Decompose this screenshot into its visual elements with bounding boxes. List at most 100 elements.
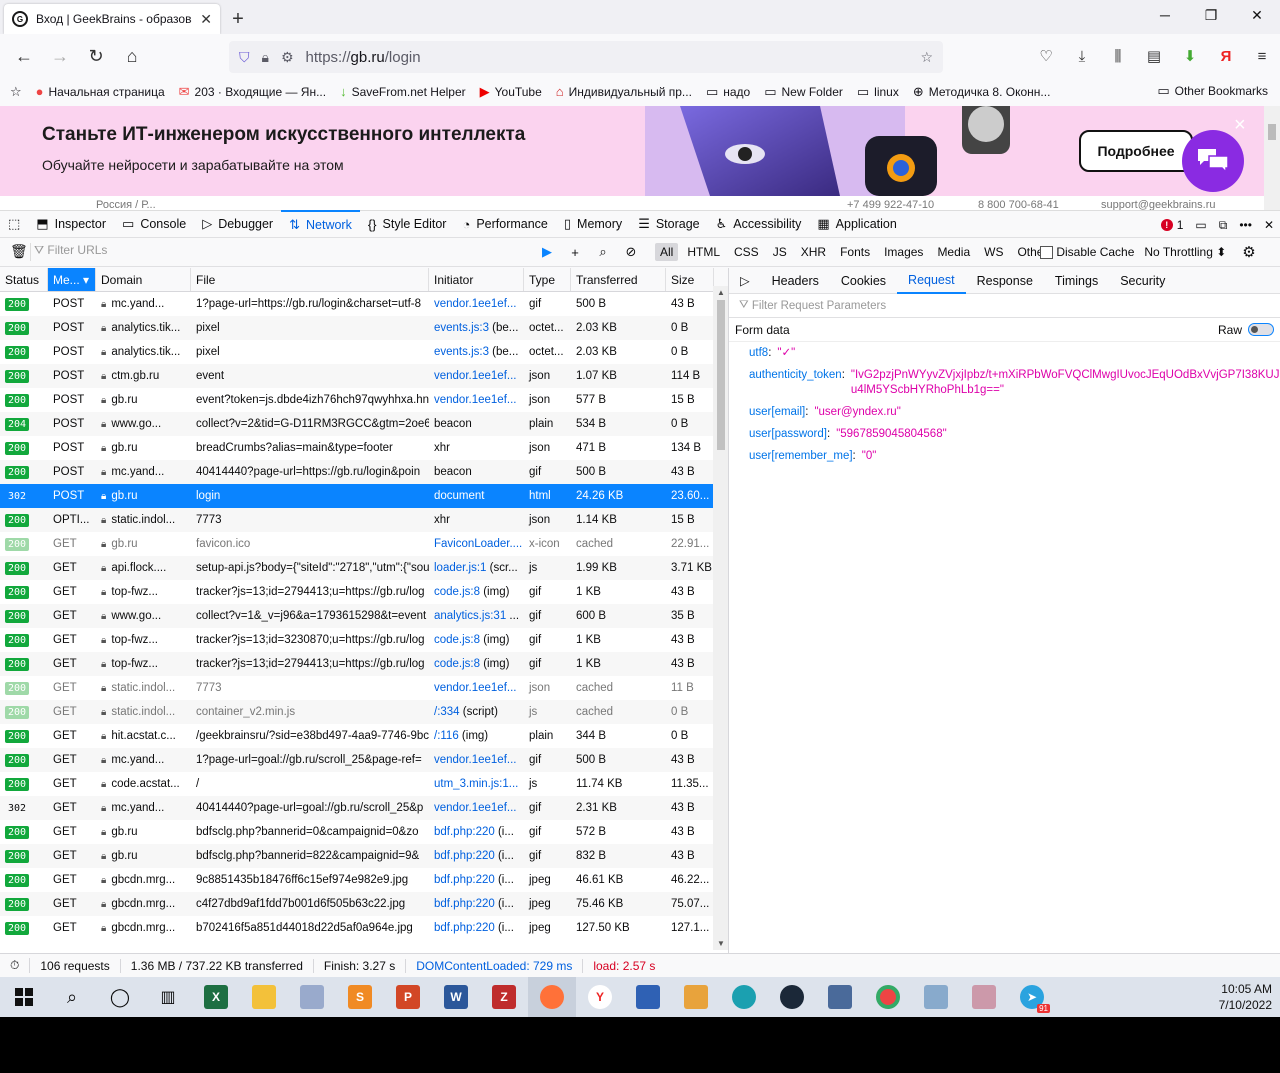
downloads-icon[interactable]: ⤓ <box>1064 40 1100 72</box>
initiator-cell[interactable]: vendor.1ee1ef... <box>429 394 524 406</box>
tracking-shield-icon[interactable]: ⛉ <box>239 49 250 66</box>
initiator-link[interactable]: bdf.php:220 <box>434 826 495 838</box>
initiator-link[interactable]: loader.js:1 <box>434 562 486 574</box>
tab-console[interactable]: ▭ Console <box>114 210 194 238</box>
close-devtools-icon[interactable]: ✕ <box>1264 218 1274 232</box>
telegram-icon[interactable]: ➤ 91 <box>1008 977 1056 1017</box>
initiator-cell[interactable]: bdf.php:220 (i... <box>429 826 524 838</box>
tab-timings[interactable]: Timings <box>1044 268 1109 294</box>
table-row[interactable]: 200 OPTI... 🔒︎ static.indol... 7773 xhr json 1.… <box>0 508 728 532</box>
initiator-link[interactable]: vendor.1ee1ef... <box>434 370 516 382</box>
system-clock[interactable]: 10:05 AM 7/10/2022 <box>1219 981 1272 1013</box>
initiator-cell[interactable]: vendor.1ee1ef... <box>429 682 524 694</box>
initiator-cell[interactable]: events.js:3 (be... <box>429 346 524 358</box>
edge-icon[interactable] <box>720 977 768 1017</box>
table-row[interactable]: 204 POST 🔒︎ www.go... collect?v=2&tid=G-D11R… <box>0 412 728 436</box>
initiator-cell[interactable]: beacon <box>429 418 524 430</box>
library-icon[interactable]: ⫼ <box>1100 40 1136 72</box>
table-row[interactable]: 200 POST 🔒︎ analytics.tik... pixel events.js:… <box>0 316 728 340</box>
block-icon[interactable]: ⊘ <box>622 242 640 262</box>
bookmark-folder[interactable]: ▭ New Folder <box>764 84 843 100</box>
home-icon[interactable]: ⌂ <box>114 40 150 72</box>
column-size[interactable]: Size <box>666 268 714 291</box>
support-email[interactable]: support@geekbrains.ru <box>1101 199 1216 210</box>
word-icon[interactable]: W <box>432 977 480 1017</box>
column-status[interactable]: Status <box>0 268 48 291</box>
initiator-cell[interactable]: bdf.php:220 (i... <box>429 922 524 934</box>
initiator-cell[interactable]: loader.js:1 (scr... <box>429 562 524 574</box>
task-view-icon[interactable]: ▥ <box>144 977 192 1017</box>
type-filter-js[interactable]: JS <box>768 243 792 261</box>
filezilla-icon[interactable]: Z <box>480 977 528 1017</box>
yandex-extension-icon[interactable]: Я <box>1208 40 1244 72</box>
bookmark-item[interactable]: ● Начальная страница <box>36 84 165 99</box>
tab-request[interactable]: Request <box>897 268 966 294</box>
app-icon[interactable] <box>960 977 1008 1017</box>
initiator-link[interactable]: events.js:3 <box>434 346 489 358</box>
table-row[interactable]: 200 POST 🔒︎ gb.ru breadCrumbs?alias=main&typ… <box>0 436 728 460</box>
play-icon[interactable]: ▶ <box>538 242 556 262</box>
trash-icon[interactable]: 🗑︎ <box>10 243 28 260</box>
other-bookmarks[interactable]: ▭ Other Bookmarks <box>1157 83 1268 99</box>
initiator-link[interactable]: bdf.php:220 <box>434 874 495 886</box>
phone-2[interactable]: 8 800 700-68-41 <box>978 199 1059 210</box>
search-icon[interactable]: ⌕ <box>594 242 612 262</box>
initiator-link[interactable]: vendor.1ee1ef... <box>434 802 516 814</box>
plus-icon[interactable]: + <box>566 242 584 262</box>
table-row[interactable]: 200 GET 🔒︎ gbcdn.mrg... c4f27dbd9af1fdd7b001… <box>0 892 728 916</box>
initiator-link[interactable]: events.js:3 <box>434 322 489 334</box>
lock-icon[interactable]: 🔒︎ <box>262 49 269 66</box>
initiator-link[interactable]: /:116 <box>434 730 459 742</box>
search-taskbar-icon[interactable]: ⌕ <box>48 977 96 1017</box>
browser-tab[interactable]: G Вход | GeekBrains - образоват ✕ <box>4 4 220 34</box>
banner-close-icon[interactable]: × <box>1234 114 1246 137</box>
checkbox[interactable] <box>1040 246 1053 260</box>
table-row[interactable]: 200 GET 🔒︎ www.go... collect?v=1&_v=j96&a=17… <box>0 604 728 628</box>
type-filter-ws[interactable]: WS <box>979 243 1008 261</box>
column-type[interactable]: Type <box>524 268 571 291</box>
learn-more-button[interactable]: Подробнее <box>1079 130 1193 172</box>
initiator-link[interactable]: /:334 <box>434 706 460 718</box>
initiator-cell[interactable]: beacon <box>429 466 524 478</box>
yandex-browser-icon[interactable]: Y <box>576 977 624 1017</box>
bookmarks-star-icon[interactable]: ☆ <box>10 84 22 100</box>
form-param[interactable]: authenticity_token: "IvG2pzjPnWYyvZVjxjIp… <box>749 368 1280 398</box>
tab-accessibility[interactable]: ♿︎ Accessibility <box>708 210 810 238</box>
chat-widget-button[interactable] <box>1182 130 1244 192</box>
tab-storage[interactable]: ☰ Storage <box>630 210 707 238</box>
initiator-cell[interactable]: xhr <box>429 442 524 454</box>
phone-1[interactable]: +7 499 922-47-10 <box>847 199 934 210</box>
filter-params-input[interactable]: ⛛ Filter Request Parameters <box>729 294 1280 318</box>
calculator-icon[interactable] <box>816 977 864 1017</box>
initiator-link[interactable]: bdf.php:220 <box>434 898 495 910</box>
tab-memory[interactable]: ▯ Memory <box>556 210 630 238</box>
table-row[interactable]: 200 GET 🔒︎ static.indol... container_v2.min.… <box>0 700 728 724</box>
restore-icon[interactable]: ❐ <box>1188 0 1234 30</box>
initiator-link[interactable]: vendor.1ee1ef... <box>434 394 516 406</box>
chrome-icon[interactable] <box>864 977 912 1017</box>
initiator-cell[interactable]: xhr <box>429 514 524 526</box>
table-row[interactable]: 302 GET 🔒︎ mc.yand... 40414440?page-url=goal… <box>0 796 728 820</box>
initiator-cell[interactable]: bdf.php:220 (i... <box>429 850 524 862</box>
filter-urls-input[interactable]: ⛛ Filter URLs <box>34 243 524 258</box>
initiator-cell[interactable]: bdf.php:220 (i... <box>429 874 524 886</box>
menu-icon[interactable]: ≡ <box>1244 40 1280 72</box>
table-row[interactable]: 200 POST 🔒︎ gb.ru event?token=js.dbde4izh76h… <box>0 388 728 412</box>
table-row[interactable]: 200 POST 🔒︎ mc.yand... 1?page-url=https://gb… <box>0 292 728 316</box>
table-row[interactable]: 200 GET 🔒︎ top-fwz... tracker?js=13;id=32308… <box>0 628 728 652</box>
type-filter-media[interactable]: Media <box>932 243 975 261</box>
firefox-icon[interactable] <box>528 977 576 1017</box>
table-row[interactable]: 200 POST 🔒︎ mc.yand... 40414440?page-url=htt… <box>0 460 728 484</box>
type-filter-fonts[interactable]: Fonts <box>835 243 875 261</box>
table-row[interactable]: 200 GET 🔒︎ hit.acstat.c... /geekbrainsru/?si… <box>0 724 728 748</box>
raw-switch[interactable] <box>1248 323 1274 336</box>
initiator-cell[interactable]: analytics.js:31 ... <box>429 610 524 622</box>
window-close-icon[interactable]: ✕ <box>1234 0 1280 30</box>
raw-toggle[interactable]: Raw <box>1218 323 1274 337</box>
scroll-up-icon[interactable]: ▲ <box>717 288 725 297</box>
initiator-cell[interactable]: events.js:3 (be... <box>429 322 524 334</box>
timer-icon[interactable]: ⏱ <box>0 958 31 973</box>
settings-gear-icon[interactable]: ⚙ <box>1242 243 1255 261</box>
bookmark-item[interactable]: ⊕ Методичка 8. Оконн... <box>913 84 1051 100</box>
sublime-text-icon[interactable]: S <box>336 977 384 1017</box>
